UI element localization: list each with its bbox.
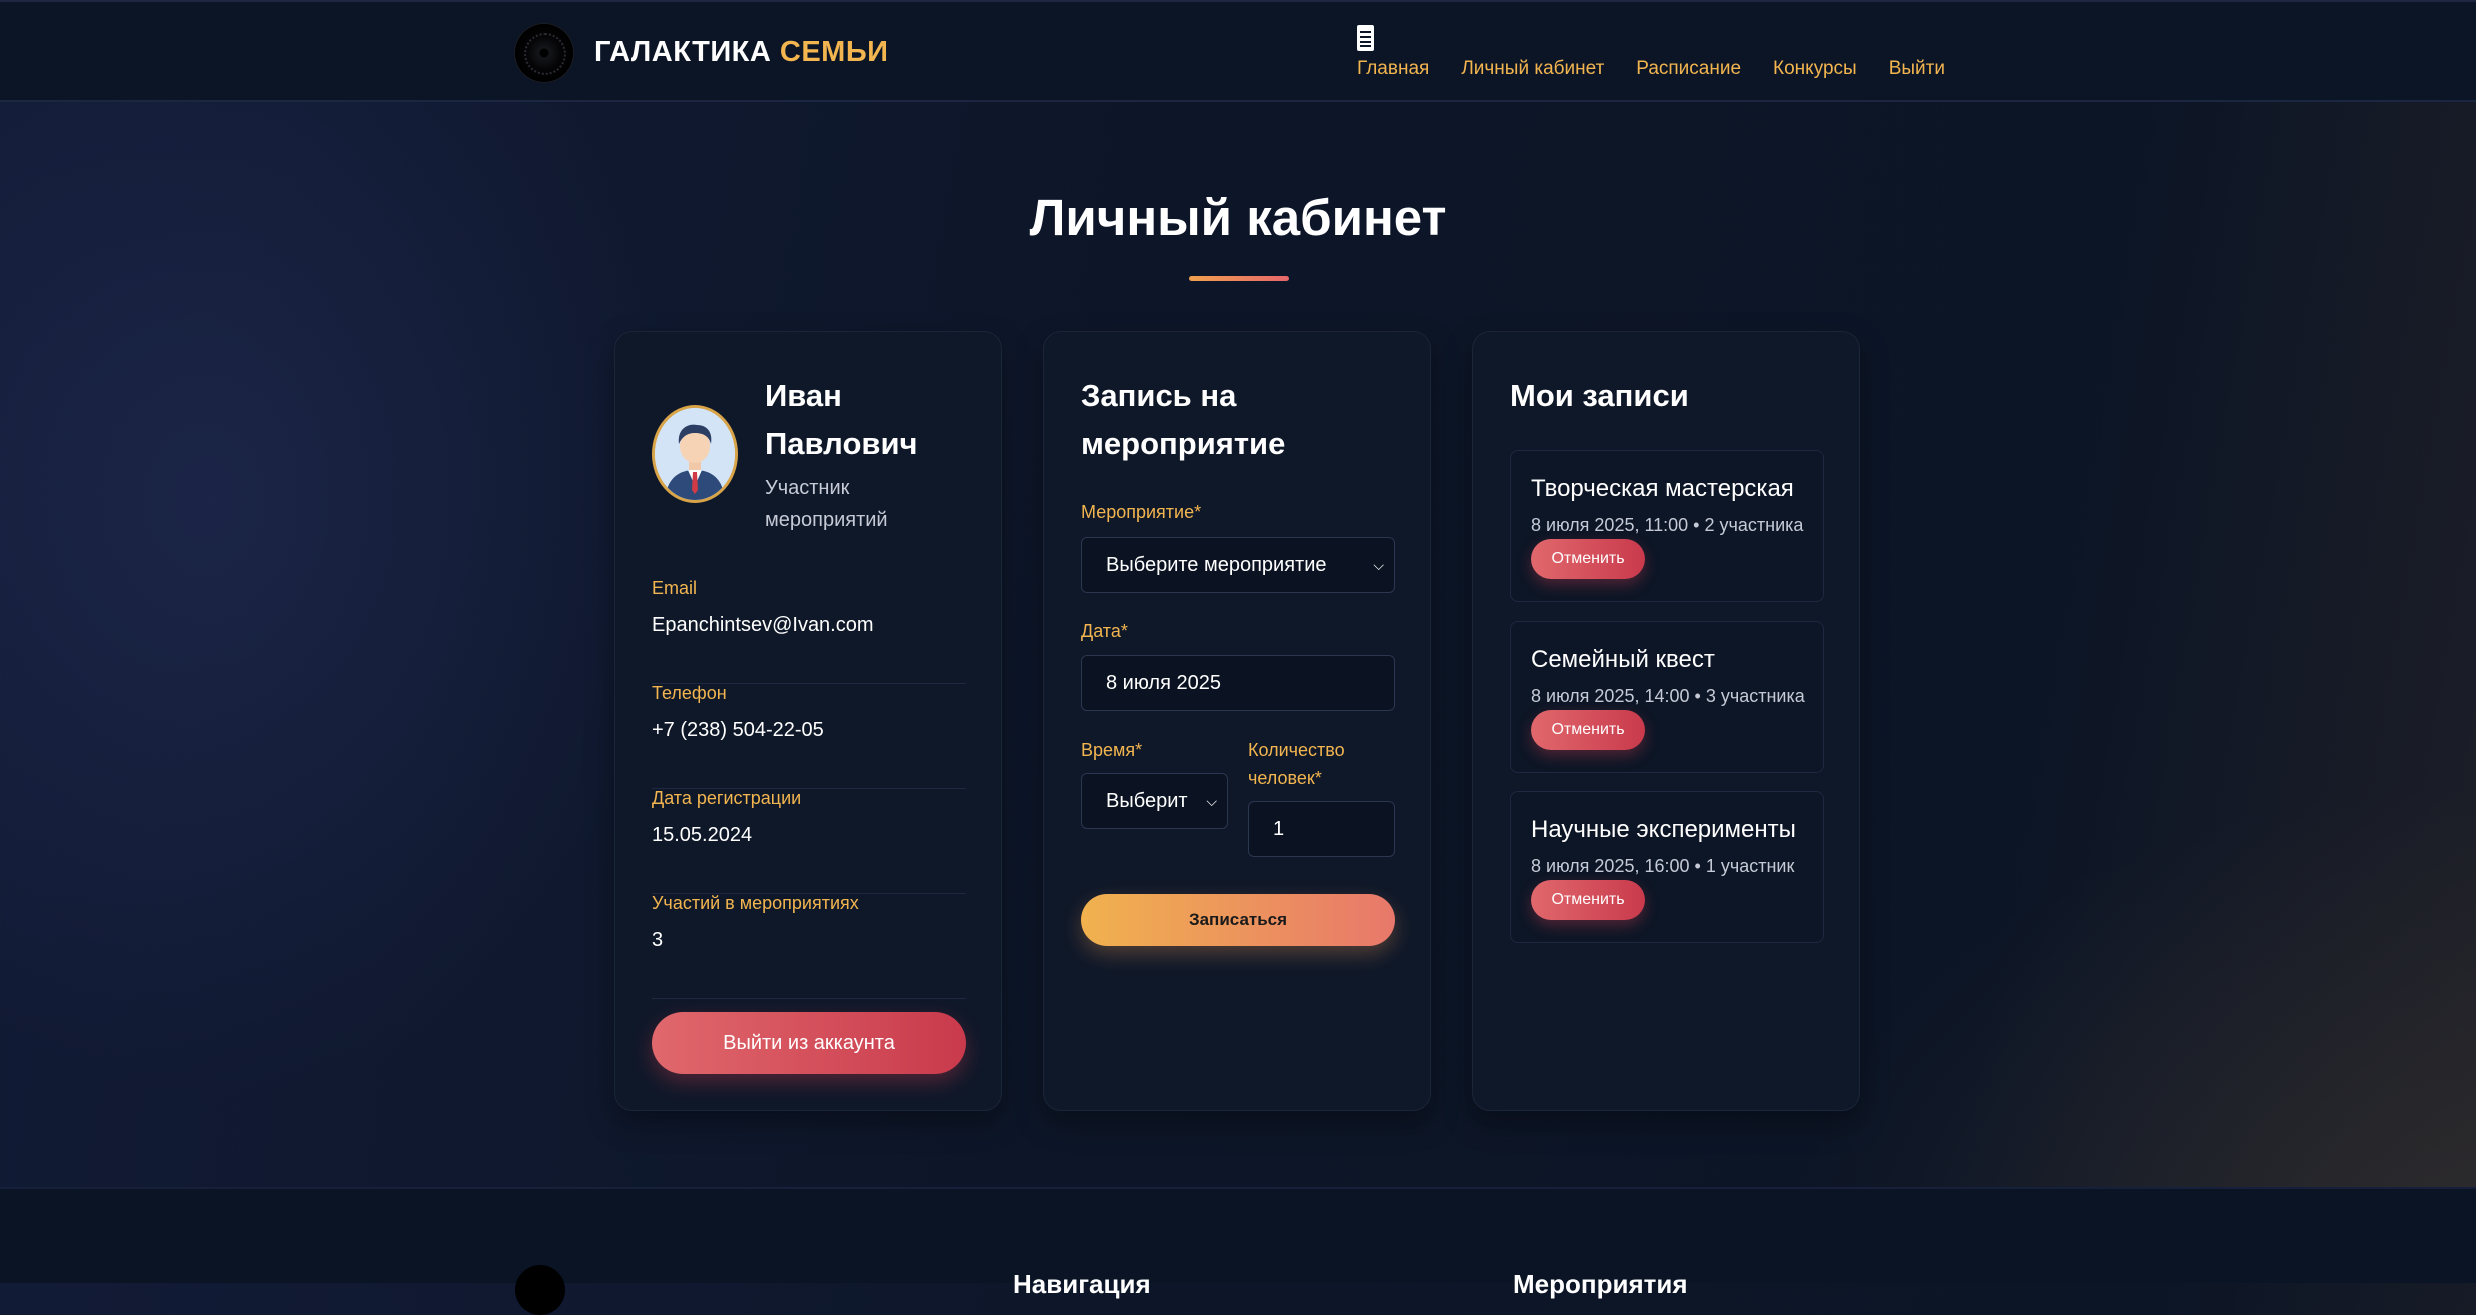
event-select-value: Выберите мероприятие	[1106, 554, 1327, 576]
logo-icon[interactable]	[515, 1265, 565, 1315]
footer-nav-heading: Навигация	[1013, 1269, 1151, 1299]
field-label: Участий в мероприятиях	[652, 893, 859, 913]
event-select[interactable]: Выберите мероприятие ⌵	[1081, 537, 1395, 593]
main-nav: Главная Личный кабинет Расписание Конкур…	[1357, 58, 1945, 80]
bookings-title: Мои записи	[1510, 378, 1689, 413]
field-participations: Участий в мероприятиях 3	[652, 893, 966, 999]
booking-title: Научные эксперименты	[1531, 816, 1796, 843]
count-label: Количество человек*	[1248, 740, 1345, 788]
page-title: Личный кабинет	[1029, 189, 1447, 246]
chevron-down-icon: ⌵	[1206, 793, 1217, 809]
field-value: +7 (238) 504-22-05	[652, 719, 824, 741]
nav-contests[interactable]: Конкурсы	[1773, 58, 1857, 80]
field-label: Дата регистрации	[652, 788, 802, 808]
time-select-value: Выберит	[1106, 790, 1188, 812]
logo-icon[interactable]	[515, 24, 573, 82]
profile-role: Участник мероприятий	[765, 477, 888, 531]
cancel-button[interactable]: Отменить	[1531, 710, 1645, 750]
field-label: Email	[652, 578, 698, 598]
cancel-button[interactable]: Отменить	[1531, 880, 1645, 920]
brand-part1: ГАЛАКТИКА	[594, 36, 772, 68]
field-email: Email Epanchintsev@Ivan.com	[652, 578, 966, 684]
field-registration-date: Дата регистрации 15.05.2024	[652, 788, 966, 894]
booking-title: Семейный квест	[1531, 646, 1715, 673]
time-label: Время*	[1081, 740, 1143, 760]
booking-meta: 8 июля 2025, 16:00 • 1 участник	[1531, 856, 1795, 876]
nav-schedule[interactable]: Расписание	[1636, 58, 1741, 80]
booking-item: Творческая мастерская 8 июля 2025, 11:00…	[1510, 450, 1824, 602]
field-value: Epanchintsev@Ivan.com	[652, 614, 874, 636]
event-label: Мероприятие*	[1081, 502, 1202, 522]
document-icon[interactable]	[1357, 25, 1374, 51]
booking-meta: 8 июля 2025, 14:00 • 3 участника	[1531, 686, 1805, 706]
field-value: 3	[652, 929, 664, 951]
field-value: 15.05.2024	[652, 824, 753, 846]
nav-logout[interactable]: Выйти	[1889, 58, 1945, 80]
chevron-down-icon: ⌵	[1373, 557, 1384, 573]
site-footer: Навигация Мероприятия	[0, 1187, 2476, 1315]
nav-account[interactable]: Личный кабинет	[1461, 58, 1604, 80]
count-input[interactable]: 1	[1248, 801, 1395, 857]
title-underline	[1189, 276, 1289, 281]
profile-name: Иван Павлович	[765, 378, 918, 461]
booking-meta: 8 июля 2025, 11:00 • 2 участника	[1531, 515, 1804, 535]
footer-events-heading: Мероприятия	[1513, 1269, 1688, 1299]
booking-item: Семейный квест 8 июля 2025, 14:00 • 3 уч…	[1510, 621, 1824, 773]
date-input-value: 8 июля 2025	[1106, 672, 1221, 694]
logout-button[interactable]: Выйти из аккаунта	[652, 1012, 966, 1074]
brand-part2: СЕМЬИ	[779, 36, 889, 68]
registration-card: Запись на мероприятие Мероприятие* Выбер…	[1043, 331, 1431, 1111]
person-icon	[655, 408, 735, 500]
avatar	[652, 405, 738, 503]
time-select[interactable]: Выберит ⌵	[1081, 773, 1228, 829]
cancel-button[interactable]: Отменить	[1531, 539, 1645, 579]
profile-card: Иван Павлович Участник мероприятий Email…	[614, 331, 1002, 1111]
site-header: ГАЛАКТИКА СЕМЬИ Главная Личный кабинет Р…	[0, 0, 2476, 102]
booking-title: Творческая мастерская	[1531, 475, 1794, 502]
count-input-value: 1	[1273, 818, 1285, 840]
nav-home[interactable]: Главная	[1357, 58, 1429, 80]
field-phone: Телефон +7 (238) 504-22-05	[652, 683, 966, 789]
field-label: Телефон	[652, 683, 727, 703]
bookings-card: Мои записи Творческая мастерская 8 июля …	[1472, 331, 1860, 1111]
date-label: Дата*	[1081, 621, 1128, 641]
brand-title[interactable]: ГАЛАКТИКА СЕМЬИ	[594, 36, 889, 69]
date-input[interactable]: 8 июля 2025	[1081, 655, 1395, 711]
booking-item: Научные эксперименты 8 июля 2025, 16:00 …	[1510, 791, 1824, 943]
submit-button[interactable]: Записаться	[1081, 894, 1395, 946]
registration-title: Запись на мероприятие	[1081, 378, 1286, 461]
